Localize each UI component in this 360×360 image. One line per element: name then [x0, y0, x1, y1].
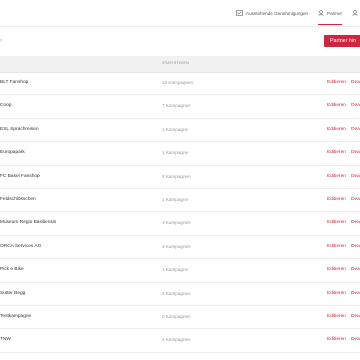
nav-partner[interactable]: Partner — [318, 6, 343, 25]
add-partner-button[interactable]: Partner hin — [324, 35, 360, 47]
edit-link[interactable]: Editieren — [327, 314, 346, 319]
partner-name: Coop — [0, 103, 12, 109]
partner-name: BLT Fanshop — [0, 80, 29, 85]
table-row: FC Basel Fanshop 3 Kampagnen Editieren Dea — [0, 166, 360, 189]
edit-link[interactable]: Editieren — [327, 220, 346, 225]
partner-name: Sutter Begg — [0, 290, 26, 296]
campaign-count: 1 Kampagne — [162, 150, 189, 156]
edit-link[interactable]: Editieren — [327, 291, 346, 296]
table-row: ESL Sprachreisen 1 Kampagne Editieren Dea — [0, 119, 360, 143]
edit-link[interactable]: Editieren — [327, 127, 346, 132]
campaign-count: 1 Kampagne — [162, 267, 189, 273]
partner-name: TNW — [0, 337, 11, 343]
nav-user[interactable] — [352, 6, 358, 20]
edit-link[interactable]: Editieren — [327, 337, 346, 342]
campaign-count: 3 Kampagnen — [162, 220, 191, 226]
partner-icon — [318, 10, 324, 16]
edit-link[interactable]: Editieren — [327, 80, 346, 85]
deactivate-link[interactable]: Dea — [351, 314, 360, 319]
campaign-count: 1 Kampagne — [162, 196, 189, 202]
partner-name: ESL Sprachreisen — [0, 126, 39, 132]
deactivate-link[interactable]: Dea — [351, 174, 360, 179]
campaign-count: 4 Kampagnen — [162, 337, 191, 343]
edit-link[interactable]: Editieren — [327, 174, 346, 179]
deactivate-link[interactable]: Dea — [351, 337, 360, 342]
table-row: Testkampagne 0 Kampagnen Editieren Dea — [0, 306, 360, 330]
table-row: BLT Fanshop 13 Kampagnen Editieren Dea — [0, 72, 360, 96]
edit-link[interactable]: Editieren — [327, 244, 346, 249]
nav-approvals-label: Ausstehende Genehmigungen — [246, 10, 309, 16]
edit-link[interactable]: Editieren — [327, 197, 346, 202]
partner-name: Feldschlösschen — [0, 196, 36, 202]
nav-approvals[interactable]: Ausstehende Genehmigungen — [236, 6, 308, 20]
toolbar: › Partner hin — [0, 26, 360, 56]
table-row: Museum Regio Basiliensis 3 Kampagnen Editi… — [0, 212, 360, 236]
edit-link[interactable]: Editieren — [327, 103, 346, 108]
deactivate-link[interactable]: Dea — [351, 197, 360, 202]
deactivate-link[interactable]: Dea — [351, 127, 360, 132]
partner-name: FC Basel Fanshop — [0, 173, 40, 179]
table-row: Europapark 1 Kampagne Editieren Dea — [0, 142, 360, 166]
deactivate-link[interactable]: Dea — [351, 220, 360, 225]
chevron-left-icon[interactable]: › — [0, 38, 5, 44]
deactivate-link[interactable]: Dea — [351, 150, 360, 155]
table-row: TNW 4 Kampagnen Editieren Dea — [0, 329, 360, 353]
campaign-count: 4 Kampagnen — [162, 243, 191, 249]
edit-link[interactable]: Editieren — [327, 150, 346, 155]
deactivate-link[interactable]: Dea — [351, 267, 360, 272]
approvals-icon — [236, 10, 243, 16]
deactivate-link[interactable]: Dea — [351, 103, 360, 108]
table-header: STATISTIKEN — [0, 56, 360, 73]
partner-name: Europapark — [0, 150, 25, 156]
deactivate-link[interactable]: Dea — [351, 291, 360, 296]
table-row: ORCA Services AG 4 Kampagnen Editieren Dea — [0, 236, 360, 260]
partner-name: Pick e Bike — [0, 267, 24, 273]
deactivate-link[interactable]: Dea — [351, 80, 360, 85]
campaign-count: 2 Kampagnen — [162, 290, 191, 296]
active-tab-indicator — [318, 23, 343, 25]
campaign-count: 0 Kampagnen — [162, 313, 191, 319]
campaign-count: 13 Kampagnen — [162, 80, 194, 85]
table-row: Sutter Begg 2 Kampagnen Editieren Dea — [0, 283, 360, 306]
user-icon — [352, 10, 358, 16]
partner-table-body: BLT Fanshop 13 Kampagnen Editieren Dea Coop 7… — [0, 72, 360, 353]
edit-link[interactable]: Editieren — [327, 267, 346, 272]
table-row: Pick e Bike 1 Kampagne Editieren Dea — [0, 259, 360, 283]
column-header-statistics: STATISTIKEN — [162, 61, 190, 65]
deactivate-link[interactable]: Dea — [351, 244, 360, 249]
campaign-count: 3 Kampagnen — [162, 173, 191, 179]
top-navigation: Ausstehende Genehmigungen Partner — [0, 0, 360, 27]
table-row: Coop 7 Kampagnen Editieren Dea — [0, 95, 360, 119]
partner-name: Testkampagne — [0, 313, 32, 319]
nav-partner-label: Partner — [327, 10, 343, 16]
partner-name: Museum Regio Basiliensis — [0, 220, 57, 226]
campaign-count: 1 Kampagne — [162, 126, 189, 132]
partner-name: ORCA Services AG — [0, 243, 42, 249]
table-row: Feldschlösschen 1 Kampagne Editieren Dea — [0, 189, 360, 213]
campaign-count: 7 Kampagnen — [162, 103, 191, 109]
